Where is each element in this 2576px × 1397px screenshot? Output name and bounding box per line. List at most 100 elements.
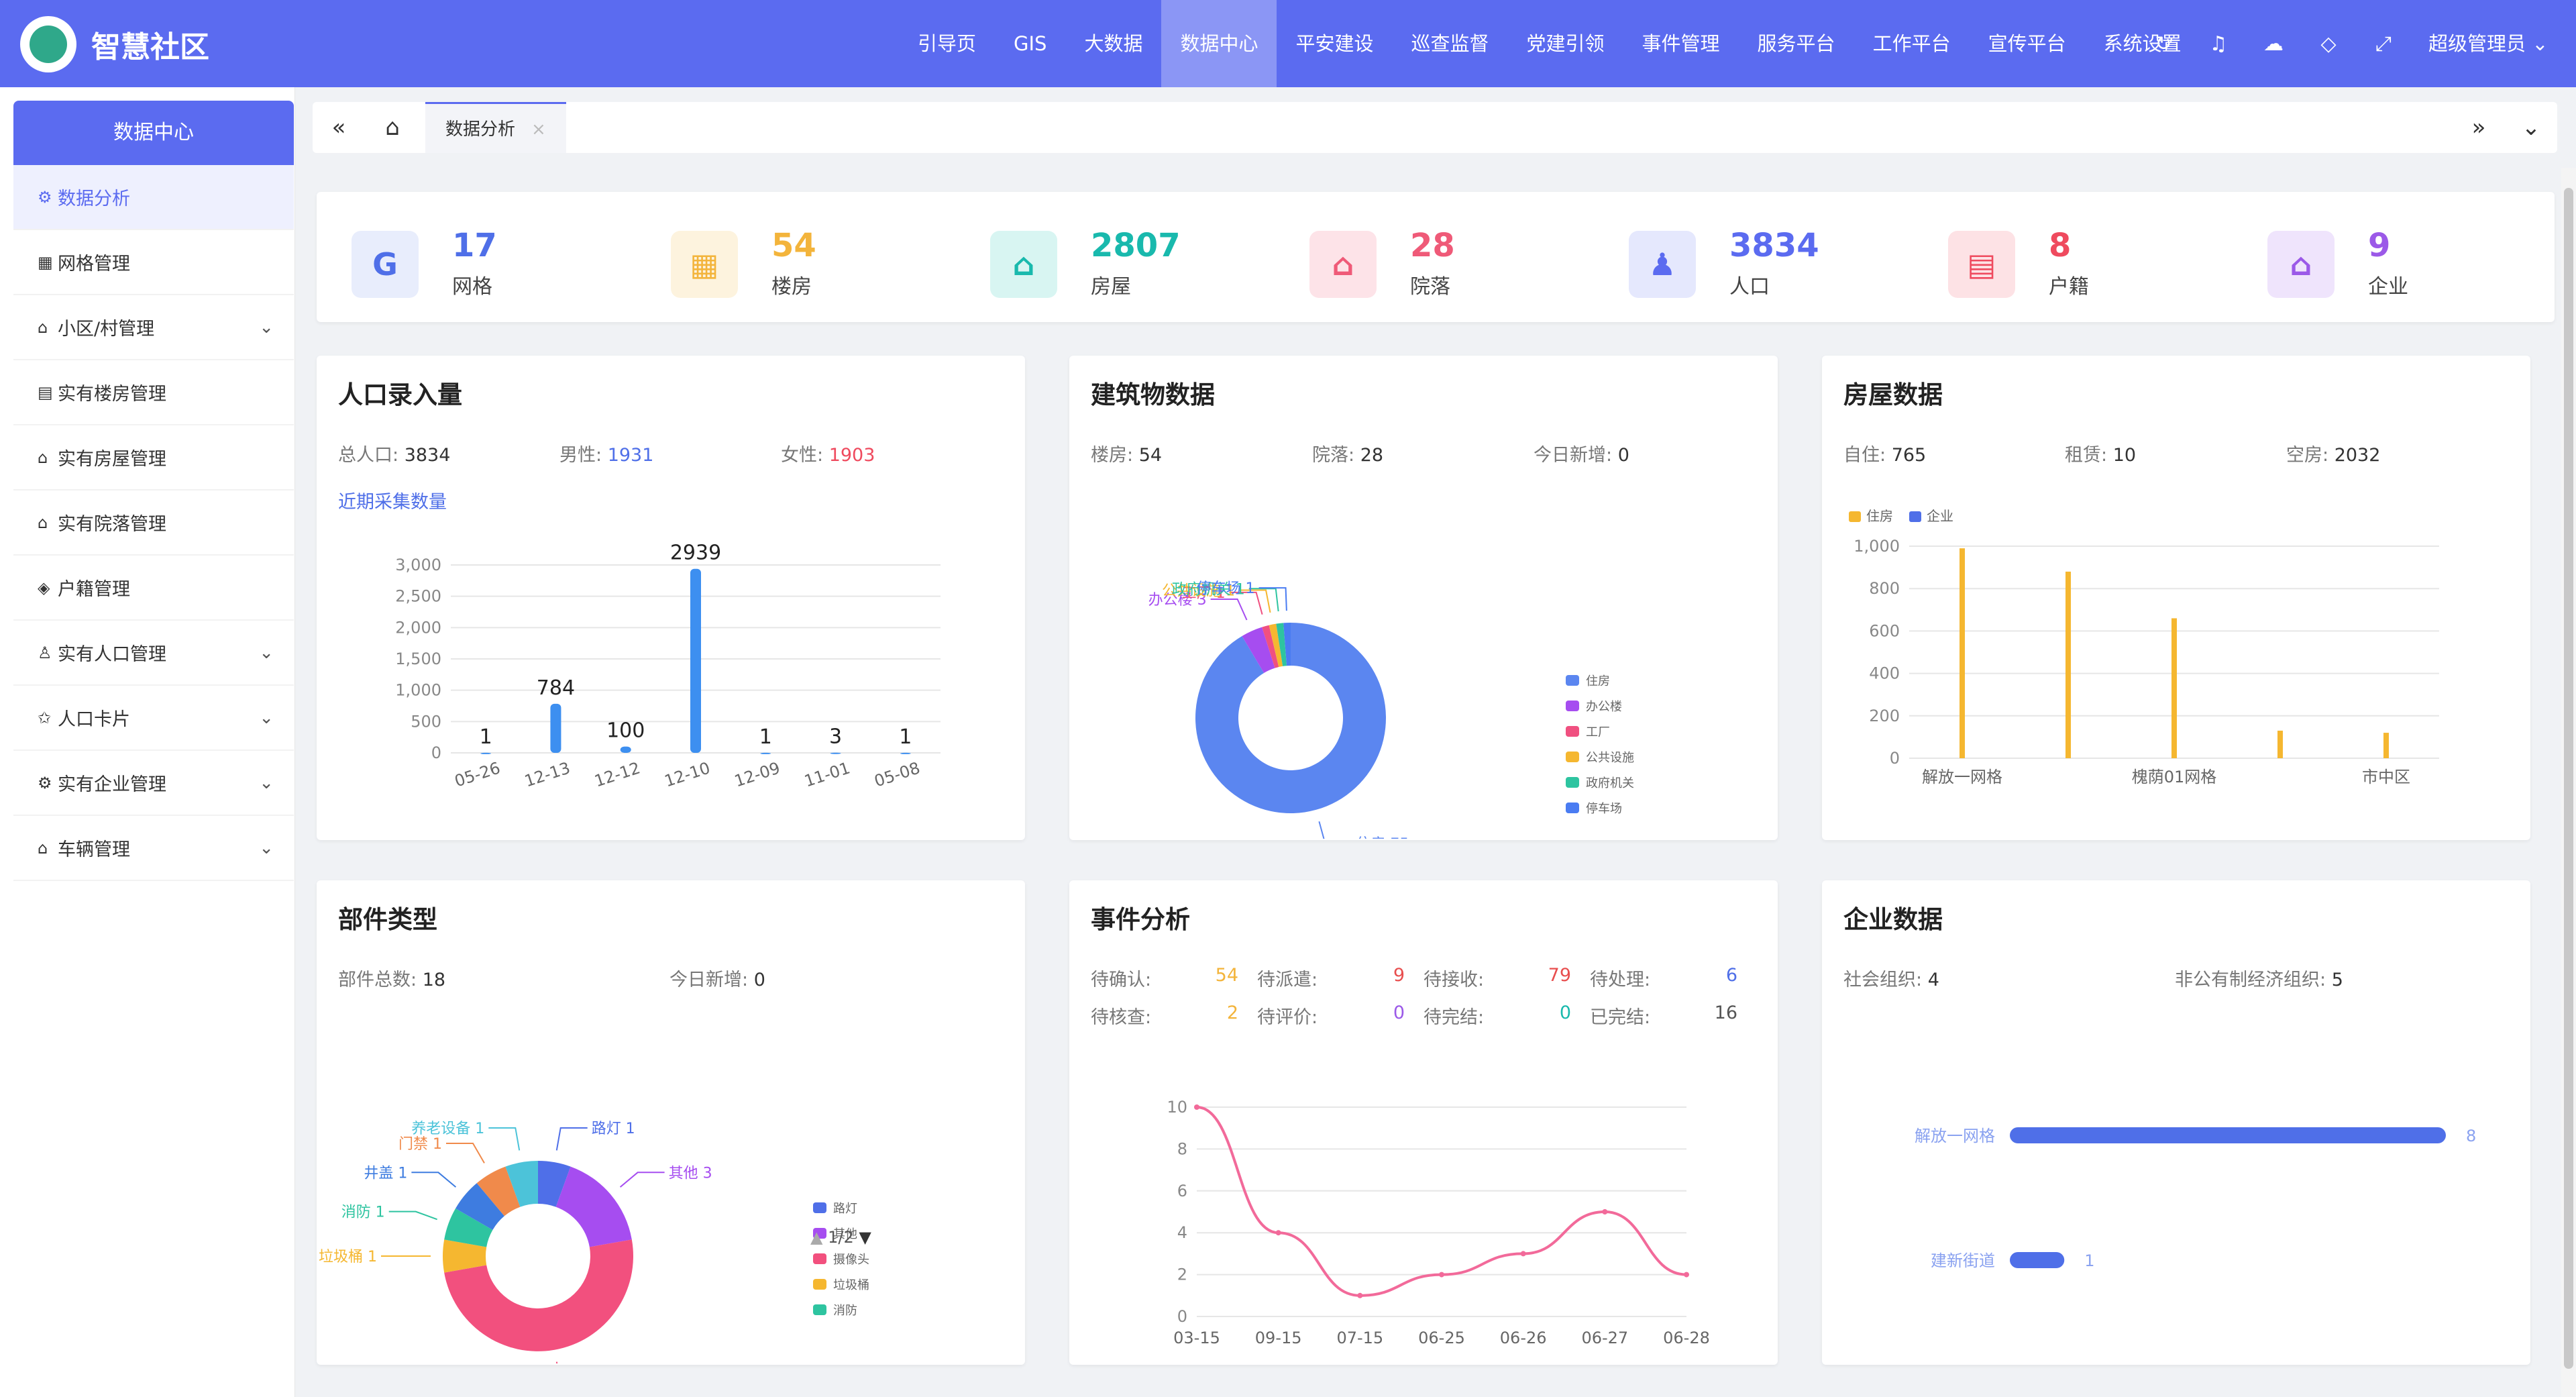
chevron-down-icon[interactable]: ⌄ <box>259 838 274 858</box>
sidebar-item-icon: ⌂ <box>38 838 48 858</box>
sidebar-item[interactable]: ♙ 实有人口管理 ⌄ <box>13 621 294 686</box>
nav-item-patrol[interactable]: 巡查监督 <box>1393 0 1508 87</box>
sidebar-item-icon: ⌂ <box>38 317 48 337</box>
stat-item: ⌂ 28 院落 <box>1309 224 1591 305</box>
user-menu[interactable]: 超级管理员 ⌄ <box>2428 0 2548 87</box>
nav-item-bigdata[interactable]: 大数据 <box>1065 0 1161 87</box>
stat-value: 3834 <box>1729 227 1819 264</box>
sidebar-item[interactable]: ✩ 人口卡片 ⌄ <box>13 686 294 751</box>
event-item-label: 待确认: <box>1091 970 1152 990</box>
event-item-value: 2 <box>1226 1002 1238 1023</box>
nav-item-guide[interactable]: 引导页 <box>899 0 995 87</box>
legend-swatch <box>813 1304 826 1315</box>
nav-item-party[interactable]: 党建引领 <box>1508 0 1623 87</box>
home-icon[interactable]: ⌂ <box>366 102 419 153</box>
refresh-icon[interactable]: ↻ <box>2136 32 2191 56</box>
event-item-label: 待接收: <box>1424 970 1485 990</box>
chevron-down-icon[interactable]: ⌄ <box>259 708 274 728</box>
nav-item-safety[interactable]: 平安建设 <box>1277 0 1392 87</box>
tab-label: 数据分析 <box>445 119 516 140</box>
pager-next-icon[interactable]: ▼ <box>859 1228 871 1247</box>
tab-close-icon[interactable]: × <box>531 119 546 140</box>
legend-label: 摄像头 <box>833 1253 869 1267</box>
chevron-down-icon[interactable]: ⌄ <box>259 317 274 338</box>
sidebar-item[interactable]: ▦ 网格管理 <box>13 230 294 295</box>
stat-value: 8 <box>2049 227 2072 264</box>
x-tick-label: 07-15 <box>1336 1329 1383 1347</box>
sidebar-item[interactable]: ⌂ 实有房屋管理 <box>13 425 294 490</box>
y-tick-label: 1,000 <box>395 681 441 700</box>
nav-item-publicity[interactable]: 宣传平台 <box>1970 0 2085 87</box>
sidebar-item-icon: ✩ <box>38 708 52 727</box>
stat-label: 院落 <box>1410 275 1450 299</box>
event-item-value: 54 <box>1215 965 1238 986</box>
nav-item-events[interactable]: 事件管理 <box>1623 0 1739 87</box>
callout-line <box>488 1127 521 1151</box>
bar <box>2010 1127 2446 1143</box>
event-item-label: 待处理: <box>1590 970 1651 990</box>
data-point <box>1520 1251 1526 1257</box>
legend-pager[interactable]: ▲ 1/2 ▼ <box>810 1228 871 1247</box>
legend-label: 住房 <box>1586 674 1610 688</box>
bell-icon[interactable]: ♫ <box>2191 32 2246 56</box>
legend-label: 公共设施 <box>1586 751 1634 765</box>
stat-item: ⌂ 2807 房屋 <box>990 224 1272 305</box>
sidebar-item[interactable]: ◈ 户籍管理 <box>13 556 294 621</box>
nav-item-data-center[interactable]: 数据中心 <box>1161 0 1277 87</box>
chevron-down-icon[interactable]: ⌄ <box>259 773 274 793</box>
nav-item-work[interactable]: 工作平台 <box>1854 0 1970 87</box>
tab-menu-chevron-down-icon[interactable]: ⌄ <box>2505 102 2557 153</box>
house-self: 自住: 765 <box>1843 445 1927 466</box>
legend-swatch <box>1566 752 1579 762</box>
stat-value: 17 <box>452 227 497 264</box>
pager-prev-icon[interactable]: ▲ <box>810 1228 822 1247</box>
sidebar-item-label: 户籍管理 <box>58 579 130 600</box>
callout-label: 垃圾桶 1 <box>319 1249 377 1265</box>
tag-icon[interactable]: ◇ <box>2301 32 2356 56</box>
tab-scroll-right-icon[interactable]: » <box>2453 102 2505 153</box>
x-tick-label: 解放一网格 <box>1922 768 2002 786</box>
legend-swatch <box>1566 803 1579 813</box>
sidebar-item-label: 实有人口管理 <box>58 644 166 665</box>
fullscreen-icon[interactable]: ⤢ <box>2356 32 2411 56</box>
bar <box>2010 1252 2065 1268</box>
bar <box>1960 548 1965 758</box>
data-point <box>1439 1272 1444 1278</box>
event-item-value: 16 <box>1714 1002 1737 1023</box>
sidebar-item-label: 人口卡片 <box>58 709 130 730</box>
sidebar-item-icon: ▤ <box>38 382 53 402</box>
nav-item-service[interactable]: 服务平台 <box>1739 0 1854 87</box>
y-tick-label: 2,000 <box>395 618 441 637</box>
skin-icon[interactable]: ☁ <box>2246 32 2301 56</box>
event-item-label: 待完结: <box>1424 1007 1485 1028</box>
data-label: 784 <box>537 676 575 700</box>
sidebar-item[interactable]: ▤ 实有楼房管理 <box>13 360 294 425</box>
sidebar-item[interactable]: ⌂ 小区/村管理 ⌄ <box>13 295 294 360</box>
sidebar-item[interactable]: ⚙ 实有企业管理 ⌄ <box>13 751 294 816</box>
legend-label: 垃圾桶 <box>833 1278 869 1292</box>
house-card: 房屋数据 自住: 765 租赁: 10 空房: 2032 住房 企业 1,000 80… <box>1822 356 2530 840</box>
population-bar-chart: 3,0002,5002,0001,5001,0005000105-2678412… <box>395 541 941 790</box>
legend-label: 停车场 <box>1586 802 1622 816</box>
tab-data-analysis[interactable]: 数据分析 × <box>425 102 566 153</box>
scrollbar-thumb[interactable] <box>2564 188 2573 1369</box>
x-tick-label: 06-25 <box>1418 1329 1465 1347</box>
pie-slice <box>555 1166 632 1247</box>
data-point <box>1275 1230 1281 1236</box>
data-point <box>1602 1209 1608 1214</box>
sidebar-item[interactable]: ⚙ 数据分析 <box>13 165 294 230</box>
tab-scroll-left-icon[interactable]: « <box>313 102 365 153</box>
y-tick-label: 0 <box>1177 1307 1187 1326</box>
stat-icon: ⌂ <box>2267 231 2334 298</box>
page-scrollbar[interactable] <box>2561 168 2576 1397</box>
sidebar-item[interactable]: ⌂ 实有院落管理 <box>13 490 294 556</box>
x-tick-label: 市中区 <box>2362 768 2410 786</box>
top-nav: 引导页 GIS 大数据 数据中心 平安建设 巡查监督 党建引领 事件管理 服务平… <box>899 0 2200 87</box>
sidebar-item-label: 网格管理 <box>58 254 130 274</box>
y-tick-label: 1,000 <box>1854 537 1900 556</box>
chevron-down-icon[interactable]: ⌄ <box>259 643 274 663</box>
sidebar-item[interactable]: ⌂ 车辆管理 ⌄ <box>13 816 294 881</box>
recent-collection-link[interactable]: 近期采集数量 <box>338 487 447 513</box>
x-tick-label: 槐荫01网格 <box>2132 768 2217 786</box>
nav-item-gis[interactable]: GIS <box>995 0 1065 87</box>
